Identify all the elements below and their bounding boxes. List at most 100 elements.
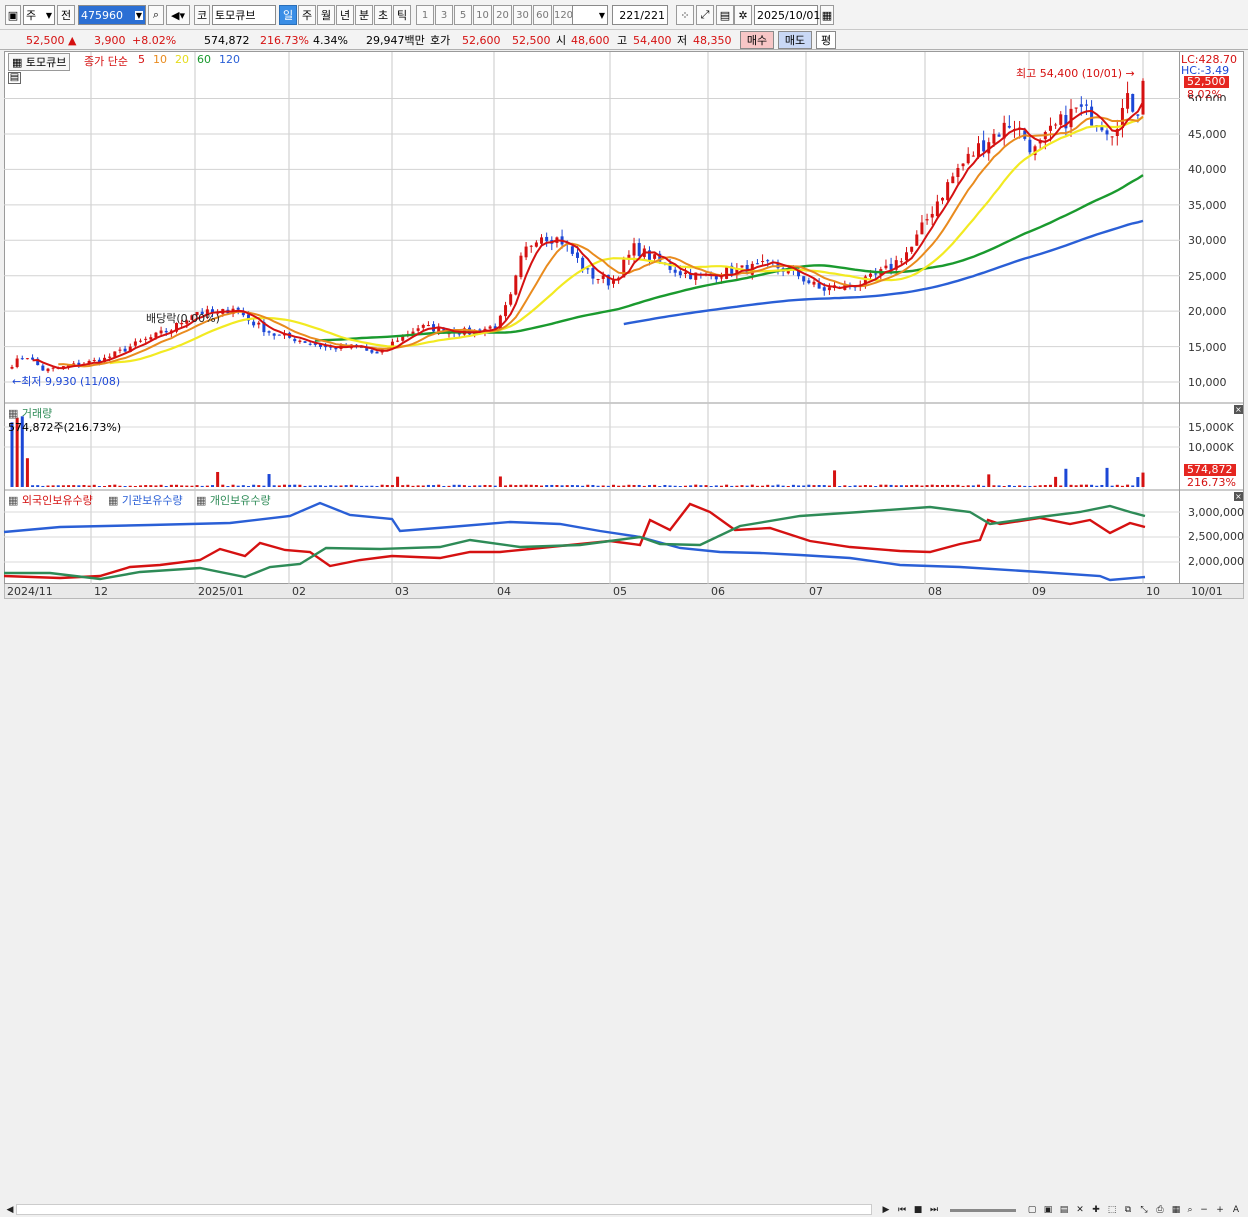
candle-body bbox=[426, 325, 430, 327]
holding-legend-label: 외국인보유수량 bbox=[21, 494, 93, 507]
price-ytick: 15,000 bbox=[1188, 340, 1227, 354]
volume-bar bbox=[802, 485, 806, 487]
candle-body bbox=[997, 134, 1001, 137]
volume-bar bbox=[735, 485, 739, 487]
price-ytick: 20,000 bbox=[1188, 305, 1227, 319]
volume-bar bbox=[797, 485, 801, 487]
volume-bar bbox=[334, 485, 338, 487]
table-icon[interactable]: ▤ bbox=[8, 72, 21, 84]
scroll-right-icon[interactable]: ▶ bbox=[880, 1203, 892, 1217]
candle-body bbox=[812, 281, 816, 285]
ma5-line bbox=[32, 101, 1144, 370]
font-size-icon[interactable]: A bbox=[1230, 1203, 1242, 1217]
volume-bar bbox=[540, 485, 544, 487]
candle-body bbox=[1126, 93, 1130, 109]
arrow-right-icon: → bbox=[1125, 67, 1135, 80]
candle-body bbox=[827, 287, 831, 291]
volume-bar bbox=[133, 485, 137, 487]
volume-bar bbox=[473, 485, 477, 487]
candle-body bbox=[1028, 139, 1032, 153]
volume-bar bbox=[180, 485, 184, 487]
x-axis-label: 08 bbox=[928, 585, 942, 598]
candle-body bbox=[678, 271, 682, 276]
volume-bar bbox=[678, 486, 682, 487]
volume-bar bbox=[329, 485, 333, 487]
candle-body bbox=[375, 351, 379, 354]
volume-bar bbox=[1090, 484, 1094, 487]
volume-bar bbox=[637, 484, 641, 487]
volume-bar bbox=[390, 485, 394, 487]
volume-bar bbox=[683, 485, 687, 487]
volume-bar bbox=[930, 484, 934, 487]
volume-bar bbox=[205, 485, 209, 487]
zoom-out-icon[interactable]: − bbox=[1198, 1203, 1210, 1217]
volume-bar bbox=[293, 484, 297, 487]
volume-bar bbox=[581, 485, 585, 487]
volume-bar bbox=[905, 485, 909, 487]
volume-bar bbox=[1079, 484, 1083, 487]
first-icon[interactable]: ⏮ bbox=[896, 1203, 908, 1217]
volume-bar bbox=[673, 485, 677, 487]
candle-body bbox=[961, 163, 965, 167]
volume-bar bbox=[869, 485, 873, 487]
volume-bar bbox=[318, 485, 322, 487]
select-icon[interactable]: ⬚ bbox=[1106, 1203, 1118, 1217]
volume-bar bbox=[976, 484, 980, 487]
print-icon[interactable]: ⎙ bbox=[1154, 1203, 1166, 1217]
volume-bar bbox=[97, 486, 101, 487]
zoom-slider[interactable] bbox=[950, 1209, 1016, 1212]
layout-1-icon[interactable]: ▢ bbox=[1026, 1203, 1038, 1217]
ma-title: 종가 단순 bbox=[84, 55, 128, 68]
resize-icon[interactable]: ⤡ bbox=[1138, 1203, 1150, 1217]
volume-bar bbox=[478, 485, 482, 487]
zoom-icon[interactable]: ⌕ bbox=[1184, 1203, 1196, 1217]
close-icon[interactable]: × bbox=[1234, 405, 1243, 414]
volume-bar bbox=[483, 484, 487, 487]
candle-body bbox=[144, 338, 148, 340]
cursor-icon[interactable]: ✕ bbox=[1074, 1203, 1086, 1217]
holding-legend-item: ▦ 개인보유수량 bbox=[196, 492, 271, 508]
volume-bar bbox=[1054, 476, 1058, 487]
chart-stock-tag[interactable]: ▦ 토모큐브 bbox=[8, 53, 71, 71]
candle-body bbox=[1069, 108, 1073, 128]
bottom-bar: ◀ ▶ ⏮ ■ ⏭ ▢ ▣ ▤ ✕ ✚ ⬚ ⧉ ⤡ ⎙ ▦ ⌕ − + A bbox=[0, 600, 1248, 1215]
hold-ytick: 2,500,000 bbox=[1188, 530, 1244, 543]
stop-icon[interactable]: ■ bbox=[912, 1203, 924, 1217]
x-axis-label: 07 bbox=[809, 585, 823, 598]
candle-body bbox=[1059, 114, 1063, 125]
candle-body bbox=[540, 237, 544, 244]
volume-bar bbox=[313, 485, 317, 487]
volume-bar bbox=[776, 484, 780, 487]
layout-3-icon[interactable]: ▤ bbox=[1058, 1203, 1070, 1217]
candle-body bbox=[611, 280, 615, 284]
cross-icon[interactable]: ✚ bbox=[1090, 1203, 1102, 1217]
volume-bar bbox=[1007, 485, 1011, 487]
volume-bar bbox=[1038, 485, 1042, 487]
candle-body bbox=[899, 261, 903, 263]
scrollbar-track[interactable] bbox=[16, 1204, 872, 1215]
candle-body bbox=[236, 307, 240, 310]
volume-pill-2: 216.73% bbox=[1187, 476, 1236, 489]
last-icon[interactable]: ⏭ bbox=[928, 1203, 940, 1217]
volume-bar bbox=[781, 485, 785, 487]
volume-bar bbox=[468, 485, 472, 487]
volume-bar bbox=[370, 485, 374, 487]
volume-bar bbox=[154, 485, 158, 487]
scroll-left-icon[interactable]: ◀ bbox=[4, 1203, 16, 1217]
volume-bar bbox=[833, 470, 837, 487]
volume-bar bbox=[622, 485, 626, 487]
candle-body bbox=[252, 321, 256, 326]
candle-body bbox=[1074, 107, 1078, 109]
layout-2-icon[interactable]: ▣ bbox=[1042, 1203, 1054, 1217]
volume-bar bbox=[1033, 485, 1037, 487]
volume-bar bbox=[31, 485, 35, 487]
candle-body bbox=[755, 263, 759, 265]
copy-icon[interactable]: ⧉ bbox=[1122, 1203, 1134, 1217]
candle-body bbox=[308, 343, 312, 345]
volume-bar bbox=[812, 485, 816, 487]
volume-bar bbox=[1095, 485, 1099, 487]
candle-body bbox=[935, 201, 939, 217]
zoom-in-icon[interactable]: + bbox=[1214, 1203, 1226, 1217]
grid-toggle-icon[interactable]: ▦ bbox=[1170, 1203, 1182, 1217]
close-icon[interactable]: × bbox=[1234, 492, 1243, 501]
